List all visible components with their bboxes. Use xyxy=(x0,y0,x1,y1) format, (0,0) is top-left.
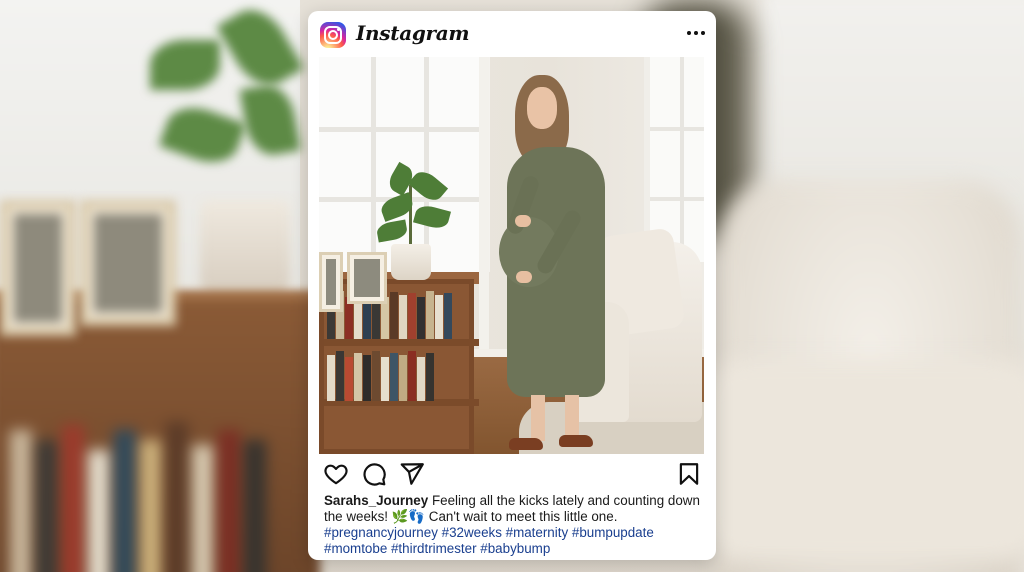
comment-bubble-icon[interactable] xyxy=(361,461,387,487)
app-wordmark: Instagram xyxy=(356,21,470,45)
bookmark-icon[interactable] xyxy=(676,461,702,487)
post-header: Instagram xyxy=(308,11,716,57)
instagram-logo-icon xyxy=(320,22,346,48)
more-options-icon[interactable] xyxy=(686,29,706,37)
photo-picture-frame xyxy=(319,252,343,312)
background-bookshelf xyxy=(0,300,320,572)
photo-plant-pot xyxy=(391,244,431,280)
background-photo-frame xyxy=(0,200,76,336)
background-photo-frame xyxy=(80,200,176,326)
caption-hashtags[interactable]: #pregnancyjourney #32weeks #maternity #b… xyxy=(324,525,654,540)
photo-picture-frame xyxy=(347,252,387,304)
post-photo[interactable] xyxy=(319,57,704,454)
caption-hashtags[interactable]: #momtobe #thirdtrimester #babybump xyxy=(324,541,550,556)
photo-woman-face xyxy=(527,87,557,129)
background-armchair-arm xyxy=(700,360,1024,560)
heart-icon[interactable] xyxy=(323,461,349,487)
instagram-post-card: Instagram Sarahs_Journey Feeling all the… xyxy=(308,11,716,560)
post-caption: Sarahs_Journey Feeling all the kicks lat… xyxy=(324,493,708,557)
background-plant-leaf xyxy=(150,40,220,90)
paper-plane-icon[interactable] xyxy=(399,461,425,487)
caption-username[interactable]: Sarahs_Journey xyxy=(324,493,428,508)
background-plant-pot xyxy=(200,200,290,295)
post-action-bar xyxy=(308,461,716,487)
